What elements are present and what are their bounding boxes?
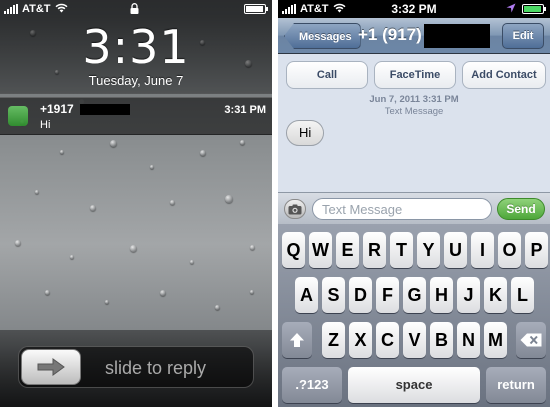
key-w[interactable]: W (309, 232, 332, 268)
delete-key[interactable] (516, 322, 546, 358)
notification-time: 3:31 PM (224, 104, 266, 116)
add-contact-button[interactable]: Add Contact (462, 61, 546, 89)
key-m[interactable]: M (484, 322, 507, 358)
message-kind: Text Message (384, 106, 444, 117)
return-key[interactable]: return (486, 367, 546, 403)
back-button[interactable]: Messages (284, 23, 361, 49)
contact-actions: Call FaceTime Add Contact (278, 54, 550, 98)
numbers-key[interactable]: .?123 (282, 367, 342, 403)
shift-arrow-icon (290, 333, 304, 347)
key-z[interactable]: Z (322, 322, 345, 358)
camera-button[interactable] (284, 199, 306, 219)
clock-panel: 3:31 Tuesday, June 7 (0, 18, 272, 94)
conversation-title: +1 (917) (358, 25, 422, 44)
key-i[interactable]: I (471, 232, 494, 268)
location-arrow-icon (506, 3, 516, 13)
key-u[interactable]: U (444, 232, 467, 268)
wifi-icon (55, 2, 68, 16)
key-f[interactable]: F (376, 277, 399, 313)
key-r[interactable]: R (363, 232, 386, 268)
redaction-bar (424, 24, 490, 48)
lock-screen: AT&T 3:31 Tuesday, June 7 +1917 Hi 3:31 … (0, 0, 272, 407)
key-e[interactable]: E (336, 232, 359, 268)
signal-icon (4, 4, 18, 14)
key-s[interactable]: S (322, 277, 345, 313)
key-b[interactable]: B (430, 322, 453, 358)
messages-screen: AT&T 3:32 PM Messages +1 (917) Edit Call… (278, 0, 550, 407)
battery-icon (244, 4, 268, 14)
key-x[interactable]: X (349, 322, 372, 358)
notification-body: Hi (40, 119, 51, 131)
message-input[interactable] (312, 198, 492, 220)
key-g[interactable]: G (403, 277, 426, 313)
message-notification[interactable]: +1917 Hi 3:31 PM (0, 97, 272, 135)
key-j[interactable]: J (457, 277, 480, 313)
compose-bar: Send (278, 192, 550, 224)
status-bar: AT&T (0, 0, 272, 18)
key-t[interactable]: T (390, 232, 413, 268)
key-p[interactable]: P (525, 232, 548, 268)
clock-date: Tuesday, June 7 (88, 73, 184, 88)
arrow-right-icon (37, 358, 65, 376)
shift-key[interactable] (282, 322, 312, 358)
key-n[interactable]: N (457, 322, 480, 358)
call-button[interactable]: Call (286, 61, 368, 89)
key-h[interactable]: H (430, 277, 453, 313)
key-k[interactable]: K (484, 277, 507, 313)
key-q[interactable]: Q (282, 232, 305, 268)
edit-button[interactable]: Edit (502, 23, 544, 49)
send-button[interactable]: Send (497, 198, 545, 220)
battery-icon (522, 4, 546, 14)
key-v[interactable]: V (403, 322, 426, 358)
status-bar: AT&T 3:32 PM (278, 0, 550, 18)
key-a[interactable]: A (295, 277, 318, 313)
messages-app-icon (8, 106, 28, 126)
space-key[interactable]: space (348, 367, 480, 403)
clock-time: 3:31 (82, 20, 190, 74)
navigation-bar: Messages +1 (917) Edit (278, 18, 550, 54)
backspace-icon (520, 333, 542, 347)
facetime-button[interactable]: FaceTime (374, 61, 456, 89)
lock-icon (130, 3, 139, 14)
key-o[interactable]: O (498, 232, 521, 268)
key-d[interactable]: D (349, 277, 372, 313)
redaction-bar (80, 104, 130, 115)
message-timestamp: Jun 7, 2011 3:31 PM (369, 94, 459, 105)
slider-label: slide to reply (105, 358, 207, 378)
slide-to-reply-track[interactable]: slide to reply (18, 346, 254, 388)
slider-panel: slide to reply (0, 330, 272, 407)
carrier-label: AT&T (22, 3, 51, 15)
received-message-bubble: Hi (286, 120, 325, 146)
slider-knob[interactable] (21, 349, 81, 385)
key-l[interactable]: L (511, 277, 534, 313)
camera-icon (288, 204, 302, 214)
keyboard: Q W E R T Y U I O P A S D F G H J K L Z … (278, 224, 550, 407)
key-c[interactable]: C (376, 322, 399, 358)
notification-sender: +1917 (40, 102, 74, 116)
key-y[interactable]: Y (417, 232, 440, 268)
